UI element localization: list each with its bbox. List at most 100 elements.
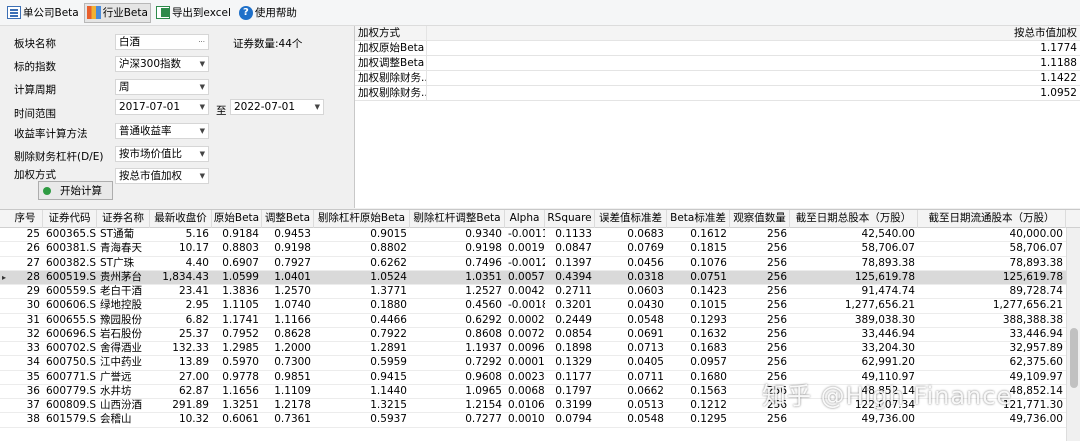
table-cell: 0.0854 [555,327,592,340]
help-button[interactable]: ? 使用帮助 [236,3,300,23]
table-cell: 0.1612 [690,228,727,240]
table-row[interactable]: ▸ 28 600519.SH贵州茅台 1,834.43 1.0599 1.0401 1.05… [0,270,1080,285]
leverage-select[interactable]: 按市场价值比 ▼ [115,146,209,162]
table-cell: 10.17 [178,242,209,255]
column-header[interactable]: 最新收盘价 [150,210,212,228]
table-cell: 0.5959 [370,356,407,369]
help-icon: ? [238,5,253,20]
table-row[interactable]: 31 600655.SH豫园股份 6.82 1.1741 1.1166 0.4466 0.6… [0,314,1080,328]
column-header[interactable]: 证券代码 [43,210,97,228]
weight-select[interactable]: 按总市值加权 ▼ [115,168,209,184]
weighted-grid-row[interactable]: 加权原始Beta 1.1774 [355,41,1080,56]
return-method-select[interactable]: 普通收益率 ▼ [115,123,209,139]
single-company-beta-button[interactable]: 单公司Beta [4,3,82,23]
table-cell: 0.0019 [508,242,545,255]
table-cell: 舍得酒业 [100,342,142,354]
column-header[interactable]: 误差值标准差 [595,210,667,228]
column-header[interactable]: 剔除杠杆调整Beta [410,210,505,228]
table-row[interactable]: 33 600702.SH舍得酒业 132.33 1.2985 1.2000 1.2891 1… [0,342,1080,357]
table-cell: 0.6907 [222,256,259,269]
table-cell: 256 [766,299,787,312]
column-header[interactable]: 剔除杠杆原始Beta [314,210,410,228]
table-cell: 会稽山 [100,413,132,426]
table-cell: 1.0965 [465,384,502,397]
start-date-picker[interactable]: 2017-07-01 ▼ [115,99,209,115]
table-cell: 0.0106 [508,399,545,411]
table-row[interactable]: 26 600381.SH青海春天 10.17 0.8803 0.9198 0.8802 0.… [0,242,1080,257]
table-row[interactable]: 34 600750.SH江中药业 13.89 0.5970 0.7300 0.5959 0.… [0,356,1080,371]
weighted-header-left: 加权方式 [355,26,427,40]
weighted-row-name: 加权原始Beta [355,41,427,55]
table-cell: 绿地控股 [100,299,142,312]
index-select[interactable]: 沪深300指数 ▼ [115,56,209,72]
watermark: 知乎 @High Finance [762,382,1013,410]
table-row[interactable]: 32 600696.SH岩石股份 25.37 0.7952 0.8628 0.7922 0.… [0,328,1080,342]
column-header[interactable]: 截至日期流通股本（万股） [918,210,1066,228]
table-cell: 600519.SH [46,270,97,283]
export-excel-button[interactable]: 导出到excel [153,3,234,23]
column-header[interactable]: 原始Beta [212,210,262,228]
weighted-grid-row[interactable]: 加权剔除财务... 1.0952 [355,86,1080,101]
weight-label: 加权方式 [14,169,56,181]
table-cell: 33,446.94 [1009,327,1063,340]
table-cell: 0.7361 [274,413,311,426]
weighted-row-name: 加权剔除财务... [355,71,427,85]
table-row[interactable]: 29 600559.SH老白干酒 23.41 1.3836 1.2570 1.3771 1.… [0,285,1080,300]
table-cell: 91,474.74 [861,285,915,297]
row-indicator-icon: ▸ [2,272,7,282]
table-cell: 125,619.78 [854,270,915,283]
table-row[interactable]: 25 600365.SHST通葡 5.16 0.9184 0.9453 0.9015 0.9… [0,228,1080,243]
column-header[interactable]: 证券名称 [97,210,150,228]
table-row[interactable]: 38 601579.SH会稽山 10.32 0.6061 0.7361 0.5937 0.7… [0,413,1080,428]
table-cell: 38 [26,413,40,426]
table-cell: 0.0072 [508,327,545,340]
table-cell: 0.1177 [555,370,592,383]
table-cell: 1,277,656.21 [844,299,915,312]
table-cell: 37 [26,399,40,411]
industry-beta-button[interactable]: 行业Beta [83,2,151,23]
table-cell: 5.16 [185,228,209,240]
table-header: 序号 证券代码 证券名称 最新收盘价 原始Beta 调整Beta 剔除杠杆原始Beta 剔除杠… [0,210,1080,228]
start-date-value: 2017-07-01 [119,101,181,113]
table-cell: 600365.SH [46,228,97,240]
table-cell: 0.0548 [627,413,664,426]
scrollbar-thumb[interactable] [1070,328,1078,388]
table-cell: 0.0456 [627,256,664,269]
end-date-picker[interactable]: 2022-07-01 ▼ [230,99,324,115]
table-cell: 0.1397 [555,256,592,269]
table-cell: 29 [26,285,40,297]
column-header[interactable]: Alpha [505,210,545,228]
table-cell: 0.1293 [690,313,727,326]
table-cell: 0.0002 [508,313,545,326]
table-cell: 老白干酒 [100,285,142,297]
table-cell: 0.3201 [555,299,592,312]
weighted-grid-row[interactable]: 加权剔除财务... 1.1422 [355,71,1080,86]
period-select[interactable]: 周 ▼ [115,79,209,95]
chevron-down-icon: ▼ [199,150,205,158]
column-header[interactable]: 序号 [8,210,43,228]
table-cell: 0.0001 [508,356,545,369]
table-cell: 600655.SH [46,313,97,326]
weighted-grid-row[interactable]: 加权调整Beta 1.1188 [355,56,1080,71]
table-cell: 27.00 [178,370,209,383]
table-cell: 13.89 [178,356,209,369]
return-method-label: 收益率计算方法 [14,128,88,140]
column-header[interactable]: 调整Beta [262,210,314,228]
start-calc-button[interactable]: 开始计算 [38,181,113,200]
table-cell: 1.1741 [222,313,259,326]
table-cell: 0.6292 [465,313,502,326]
table-cell: 25.37 [178,327,209,340]
sector-dropdown[interactable]: 白酒 ··· [115,34,209,50]
table-row[interactable]: 30 600606.SH绿地控股 2.95 1.1105 1.0740 0.1880 0.4… [0,299,1080,314]
column-header[interactable]: 观察值数量 [730,210,790,228]
table-cell: 27 [26,256,40,269]
vertical-scrollbar[interactable] [1066,228,1080,441]
column-header[interactable]: Beta标准差 [667,210,730,228]
table-cell: 0.0691 [627,327,664,340]
chevron-down-icon: ▼ [199,172,205,180]
table-row[interactable]: 27 600382.SHST广珠 4.40 0.6907 0.7927 0.6262 0.7… [0,257,1080,271]
table-cell: ST广珠 [100,256,135,269]
column-header[interactable]: RSquare [545,210,595,228]
column-header[interactable]: 截至日期总股本（万股） [790,210,918,228]
table-cell: 23.41 [178,285,209,297]
